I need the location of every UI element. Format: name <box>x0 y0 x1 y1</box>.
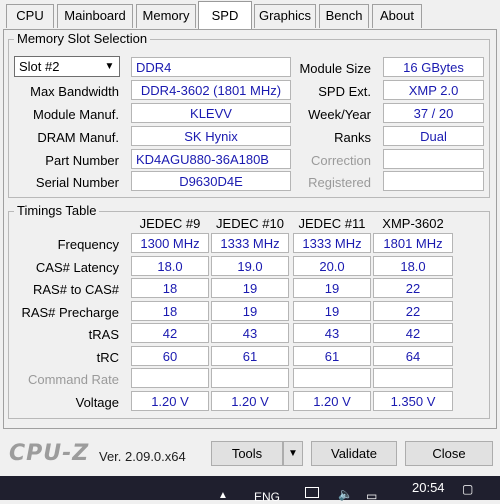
timings-row-label: Voltage <box>75 395 119 410</box>
correction-field <box>383 149 484 169</box>
timings-cell: 43 <box>293 323 371 343</box>
timings-cell: 19 <box>293 278 371 298</box>
tab-spd[interactable]: SPD <box>198 1 252 30</box>
week-year-label: Week/Year <box>308 107 371 122</box>
timings-cell: 18.0 <box>373 256 453 276</box>
timings-column-header: JEDEC #11 <box>298 216 366 231</box>
memory-type-field: DDR4 <box>131 57 291 77</box>
timings-cell: 1.20 V <box>211 391 289 411</box>
network-icon[interactable] <box>305 487 319 498</box>
correction-label: Correction <box>311 153 371 168</box>
timings-cell: 18 <box>131 278 209 298</box>
tab-mainboard[interactable]: Mainboard <box>57 4 133 28</box>
timings-cell: 19 <box>211 301 289 321</box>
timings-cell <box>131 368 209 388</box>
speaker-icon[interactable]: 🔈 <box>338 487 353 501</box>
timings-cell: 18 <box>131 301 209 321</box>
timings-cell: 61 <box>293 346 371 366</box>
tab-memory[interactable]: Memory <box>136 4 196 28</box>
version-label: Ver. 2.09.0.x64 <box>99 449 186 464</box>
part-number-field: KD4AGU880-36A180B <box>131 149 291 169</box>
notification-icon[interactable]: ▢ <box>462 482 473 496</box>
timings-row-label: Frequency <box>57 237 119 252</box>
serial-number-label: Serial Number <box>35 175 119 190</box>
max-bandwidth-label: Max Bandwidth <box>30 84 119 99</box>
timings-cell: 1.20 V <box>131 391 209 411</box>
registered-field <box>383 171 484 191</box>
registered-label: Registered <box>308 175 371 190</box>
slot-select-value: Slot #2 <box>19 59 60 74</box>
tab-graphics[interactable]: Graphics <box>254 4 316 28</box>
timings-cell <box>211 368 289 388</box>
chevron-down-icon[interactable]: ▼ <box>101 58 118 75</box>
timings-cell: 43 <box>211 323 289 343</box>
timings-cell: 20.0 <box>293 256 371 276</box>
validate-button[interactable]: Validate <box>311 441 397 466</box>
module-manuf-field: KLEVV <box>131 103 291 123</box>
module-size-field: 16 GBytes <box>383 57 484 77</box>
battery-icon[interactable]: ▭ <box>366 489 377 503</box>
tab-bench[interactable]: Bench <box>319 4 369 28</box>
tab-bar: CPU Mainboard Memory SPD Graphics Bench … <box>0 0 500 30</box>
timings-cell: 1.20 V <box>293 391 371 411</box>
chevron-up-icon[interactable]: ▲ <box>218 490 228 501</box>
timings-cell: 61 <box>211 346 289 366</box>
timings-cell: 1333 MHz <box>293 233 371 253</box>
timings-group-title: Timings Table <box>14 203 100 218</box>
ranks-label: Ranks <box>334 130 371 145</box>
timings-column-header: JEDEC #10 <box>216 216 284 231</box>
tools-dropdown-button[interactable]: ▼ <box>283 441 303 466</box>
ranks-field: Dual <box>383 126 484 146</box>
timings-cell <box>293 368 371 388</box>
module-manuf-label: Module Manuf. <box>33 107 119 122</box>
spd-ext-label: SPD Ext. <box>318 84 371 99</box>
serial-number-field: D9630D4E <box>131 171 291 191</box>
timings-column-header: XMP-3602 <box>382 216 444 231</box>
taskbar: ▲ ENG 🔈 ▭ 20:54 ▢ <box>0 476 500 504</box>
timings-cell: 1.350 V <box>373 391 453 411</box>
week-year-field: 37 / 20 <box>383 103 484 123</box>
max-bandwidth-field: DDR4-3602 (1801 MHz) <box>131 80 291 100</box>
dram-manuf-label: DRAM Manuf. <box>37 130 119 145</box>
clock-time[interactable]: 20:54 <box>412 480 445 495</box>
timings-cell: 42 <box>373 323 453 343</box>
timings-cell: 19.0 <box>211 256 289 276</box>
timings-cell: 1333 MHz <box>211 233 289 253</box>
timings-cell: 19 <box>293 301 371 321</box>
tab-about[interactable]: About <box>372 4 422 28</box>
timings-row-label: tRC <box>96 350 119 365</box>
timings-cell: 18.0 <box>131 256 209 276</box>
timings-cell: 19 <box>211 278 289 298</box>
timings-row-label: RAS# Precharge <box>21 305 119 320</box>
timings-row-label: RAS# to CAS# <box>33 282 119 297</box>
slot-select[interactable]: Slot #2 ▼ <box>14 56 120 77</box>
timings-cell: 64 <box>373 346 453 366</box>
timings-cell: 1300 MHz <box>131 233 209 253</box>
spd-ext-field: XMP 2.0 <box>383 80 484 100</box>
module-size-label: Module Size <box>299 61 371 76</box>
timings-row-label: CAS# Latency <box>35 260 119 275</box>
timings-row-label: tRAS <box>88 327 119 342</box>
timings-cell: 1801 MHz <box>373 233 453 253</box>
timings-column-header: JEDEC #9 <box>139 216 201 231</box>
timings-cell: 42 <box>131 323 209 343</box>
timings-cell: 22 <box>373 278 453 298</box>
memory-slot-group-title: Memory Slot Selection <box>14 31 151 46</box>
timings-row-label: Command Rate <box>27 372 119 387</box>
dram-manuf-field: SK Hynix <box>131 126 291 146</box>
chevron-down-icon: ▼ <box>288 448 298 459</box>
language-indicator[interactable]: ENG <box>254 490 280 504</box>
cpu-z-logo: CPU-Z <box>9 441 90 466</box>
tab-cpu[interactable]: CPU <box>6 4 54 28</box>
part-number-label: Part Number <box>45 153 119 168</box>
timings-cell: 60 <box>131 346 209 366</box>
tools-button[interactable]: Tools <box>211 441 283 466</box>
timings-cell: 22 <box>373 301 453 321</box>
close-button[interactable]: Close <box>405 441 493 466</box>
timings-cell <box>373 368 453 388</box>
